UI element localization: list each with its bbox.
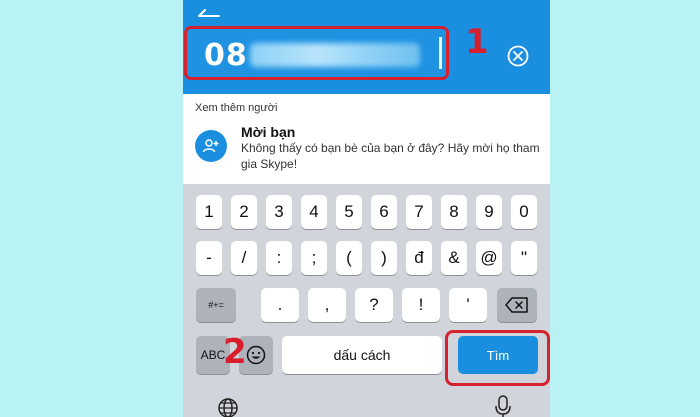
key-6[interactable]: 6	[371, 195, 397, 229]
back-arrow-icon[interactable]	[197, 6, 223, 20]
key-hyphen[interactable]: -	[196, 241, 222, 275]
blurred-digits	[249, 43, 420, 67]
key-apostrophe[interactable]: '	[449, 288, 487, 322]
key-question[interactable]: ?	[355, 288, 393, 322]
key-d-stroke[interactable]: đ	[406, 241, 432, 275]
key-5[interactable]: 5	[336, 195, 362, 229]
key-2[interactable]: 2	[231, 195, 257, 229]
key-1[interactable]: 1	[196, 195, 222, 229]
space-key[interactable]: dấu cách	[282, 336, 442, 374]
key-semicolon[interactable]: ;	[301, 241, 327, 275]
key-slash[interactable]: /	[231, 241, 257, 275]
globe-icon[interactable]	[216, 396, 240, 417]
step-1-annotation: 1	[465, 22, 489, 62]
key-3[interactable]: 3	[266, 195, 292, 229]
key-0[interactable]: 0	[511, 195, 537, 229]
suggestions-panel: Xem thêm người Mời bạn Không thấy có bạn…	[183, 94, 550, 184]
key-7[interactable]: 7	[406, 195, 432, 229]
key-9[interactable]: 9	[476, 195, 502, 229]
key-symbols-toggle[interactable]: #+=	[196, 288, 236, 322]
key-ampersand[interactable]: &	[441, 241, 467, 275]
key-close-paren[interactable]: )	[371, 241, 397, 275]
microphone-icon[interactable]	[493, 394, 513, 417]
key-comma[interactable]: ,	[308, 288, 346, 322]
emoji-icon	[246, 345, 266, 365]
key-4[interactable]: 4	[301, 195, 327, 229]
backspace-icon	[505, 297, 528, 313]
search-input[interactable]: 08	[184, 26, 449, 80]
key-8[interactable]: 8	[441, 195, 467, 229]
key-open-paren[interactable]: (	[336, 241, 362, 275]
add-person-icon[interactable]	[195, 130, 227, 162]
key-quote[interactable]: "	[511, 241, 537, 275]
text-cursor	[439, 37, 442, 69]
on-screen-keyboard: 1 2 3 4 5 6 7 8 9 0 - / : ; ( ) đ & @ " …	[183, 184, 550, 417]
key-period[interactable]: .	[261, 288, 299, 322]
search-button[interactable]: Tìm	[458, 336, 538, 374]
section-label: Xem thêm người	[195, 102, 278, 114]
key-at[interactable]: @	[476, 241, 502, 275]
key-exclamation[interactable]: !	[402, 288, 440, 322]
clear-icon[interactable]	[506, 44, 530, 68]
step-2-annotation: 2	[223, 332, 247, 372]
invite-title[interactable]: Mời bạn	[241, 124, 295, 140]
invite-description: Không thấy có bạn bè của bạn ở đây? Hãy …	[241, 141, 540, 171]
search-header: 08 1	[183, 0, 550, 94]
search-input-value: 08	[204, 38, 420, 73]
key-colon[interactable]: :	[266, 241, 292, 275]
backspace-key[interactable]	[497, 288, 537, 322]
